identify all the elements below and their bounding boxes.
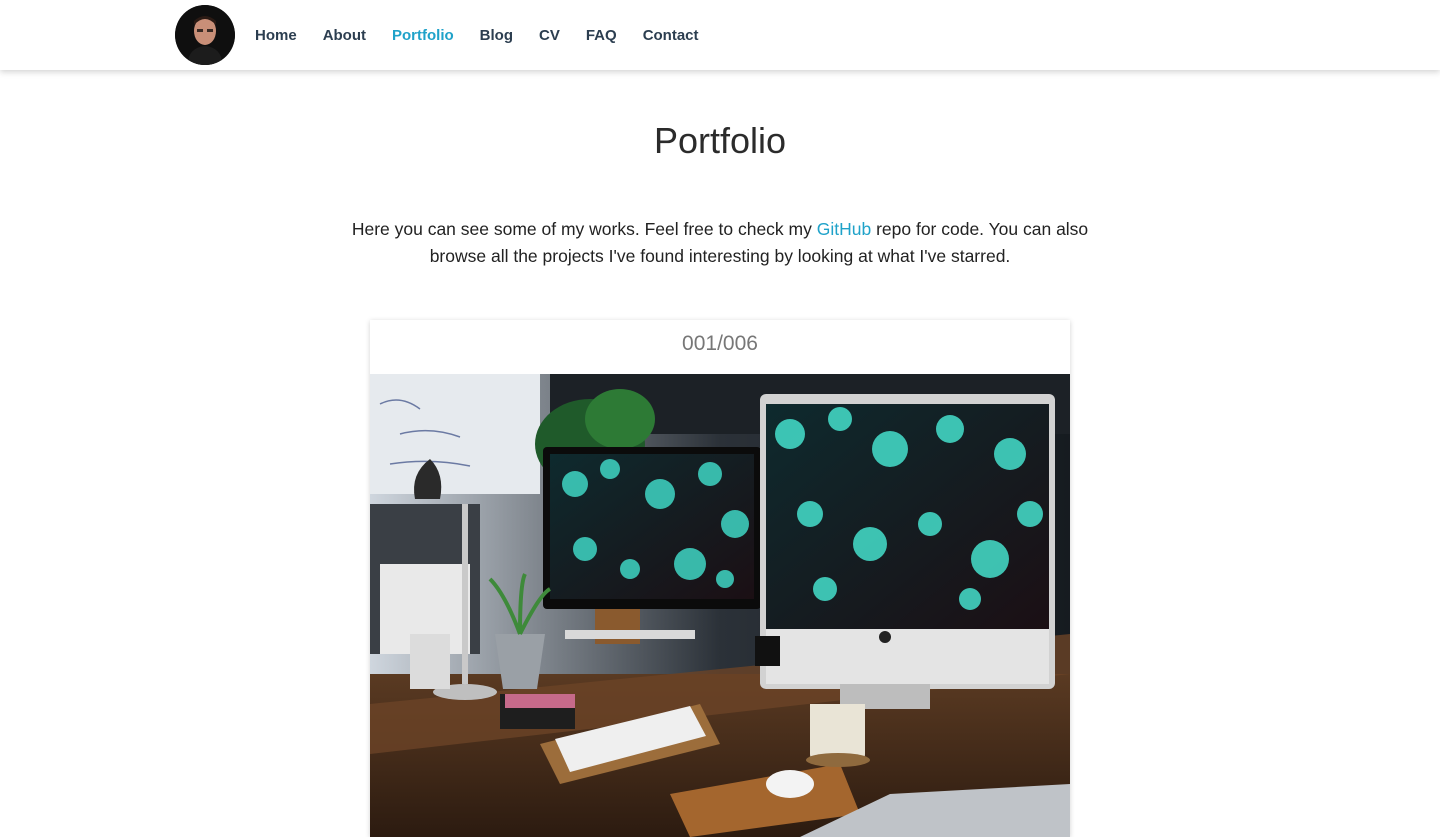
nav-about[interactable]: About bbox=[323, 27, 366, 44]
nav-home[interactable]: Home bbox=[255, 27, 297, 44]
nav-contact[interactable]: Contact bbox=[643, 27, 699, 44]
intro-text: Here you can see some of my works. Feel … bbox=[345, 216, 1095, 270]
navbar: Home About Portfolio Blog CV FAQ Contact bbox=[0, 0, 1440, 70]
nav-portfolio[interactable]: Portfolio bbox=[392, 27, 454, 44]
intro-text-start: Here you can see some of my works. Feel … bbox=[351, 219, 817, 239]
avatar-photo bbox=[175, 5, 235, 65]
project-counter: 001/006 bbox=[682, 332, 758, 355]
nav-blog[interactable]: Blog bbox=[480, 27, 513, 44]
nav-faq[interactable]: FAQ bbox=[586, 27, 617, 44]
project-image[interactable] bbox=[370, 374, 1070, 837]
page-title: Portfolio bbox=[653, 120, 787, 161]
github-link[interactable]: GitHub bbox=[817, 219, 871, 239]
main-nav: Home About Portfolio Blog CV FAQ Contact bbox=[255, 0, 725, 70]
avatar[interactable] bbox=[175, 5, 235, 65]
portfolio-card[interactable]: 001/006 bbox=[370, 320, 1070, 837]
nav-cv[interactable]: CV bbox=[539, 27, 560, 44]
